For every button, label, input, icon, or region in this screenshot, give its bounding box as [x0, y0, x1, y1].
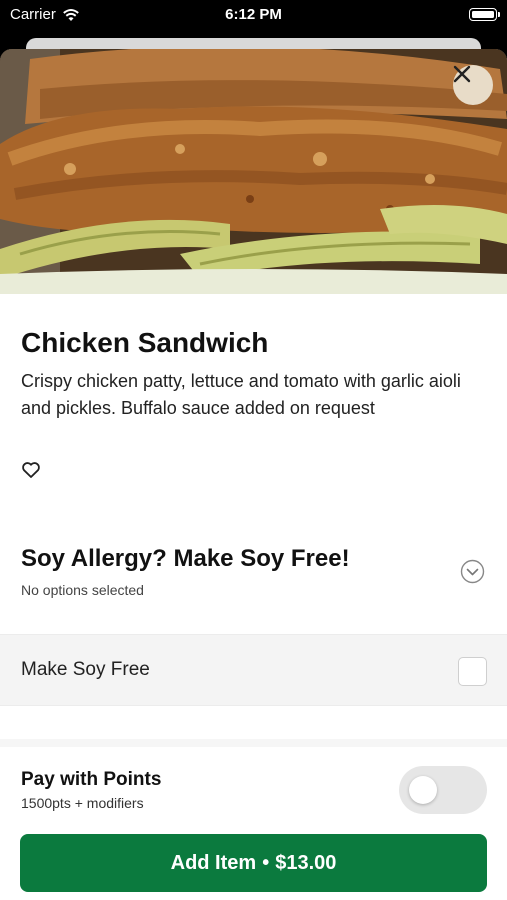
modifier-group-title[interactable]: Soy Allergy? Make Soy Free! [21, 545, 350, 573]
pay-with-points-label: Pay with Points [21, 769, 162, 790]
add-item-price: $13.00 [275, 851, 337, 874]
pay-with-points-sub: 1500pts + modifiers [21, 795, 144, 811]
item-detail-sheet: Chicken Sandwich Crispy chicken patty, l… [0, 49, 507, 900]
close-icon [453, 65, 471, 83]
pay-with-points-toggle[interactable] [399, 766, 487, 814]
battery-icon [469, 8, 500, 21]
add-item-button[interactable]: Add Item • $13.00 [20, 834, 487, 892]
item-photo [0, 49, 507, 294]
modifier-group-status: No options selected [21, 582, 144, 598]
modifier-option-checkbox[interactable] [458, 657, 487, 686]
add-item-label: Add Item [170, 851, 257, 874]
toggle-knob [409, 776, 437, 804]
section-divider [0, 739, 507, 747]
close-button[interactable] [453, 65, 493, 105]
item-title: Chicken Sandwich [21, 327, 269, 358]
item-description: Crispy chicken patty, lettuce and tomato… [21, 371, 461, 418]
modifier-option-label: Make Soy Free [21, 659, 150, 680]
clock: 6:12 PM [225, 6, 282, 23]
status-bar: Carrier 6:12 PM [0, 0, 507, 30]
add-item-separator: • [262, 851, 270, 874]
sandwich-illustration [0, 49, 507, 294]
modifier-option-row[interactable]: Make Soy Free [0, 634, 507, 706]
chevron-down-icon[interactable] [460, 559, 485, 584]
heart-icon[interactable] [21, 460, 41, 480]
